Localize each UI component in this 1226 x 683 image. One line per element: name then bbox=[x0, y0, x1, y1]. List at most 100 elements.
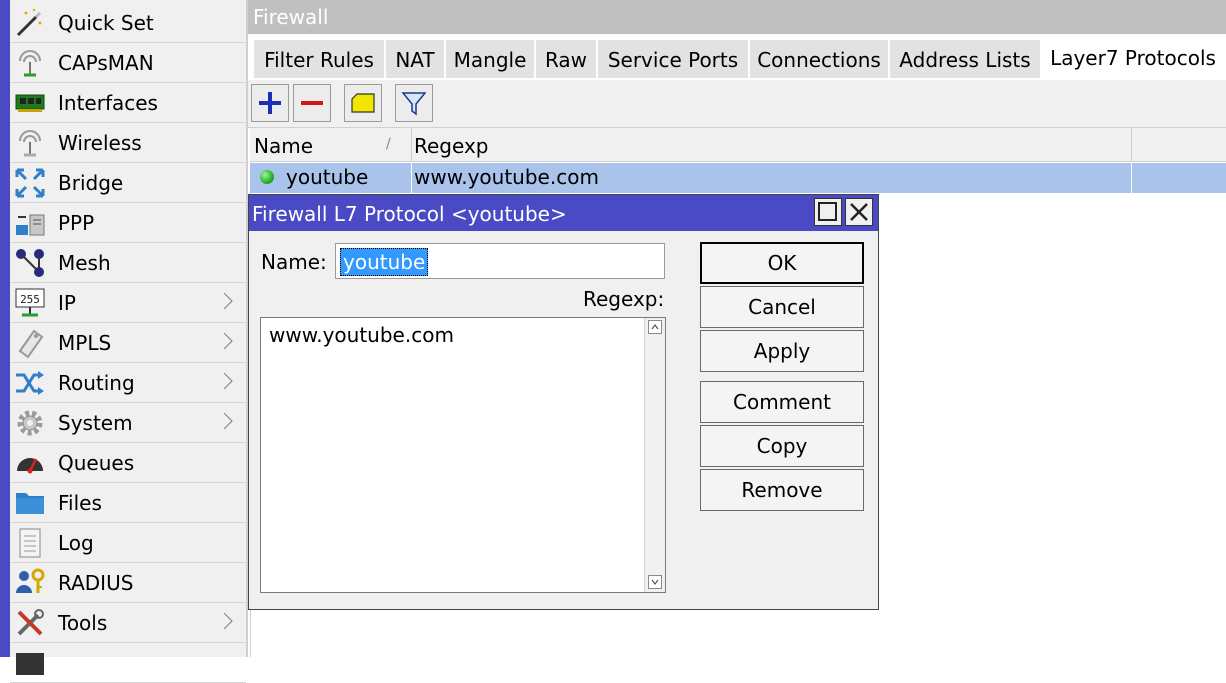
comment-icon bbox=[351, 93, 375, 113]
scroll-up-button[interactable] bbox=[648, 320, 662, 334]
add-icon bbox=[259, 92, 281, 114]
vertical-scrollbar[interactable] bbox=[644, 318, 665, 592]
dialog-title: Firewall L7 Protocol <youtube> bbox=[252, 202, 567, 226]
sidebar-accent-stripe bbox=[0, 0, 10, 657]
tab-mangle[interactable]: Mangle bbox=[446, 40, 536, 78]
column-header-label: Name bbox=[254, 134, 314, 158]
firewall-tabs: Filter Rules NAT Mangle Raw Service Port… bbox=[248, 34, 1226, 80]
sort-indicator-icon: / bbox=[386, 136, 391, 152]
sidebar-item-quick-set[interactable]: Quick Set bbox=[10, 3, 246, 43]
sidebar-item-label: IP bbox=[58, 291, 76, 315]
sidebar-item-system[interactable]: System bbox=[10, 403, 246, 443]
sidebar-item-label: PPP bbox=[58, 211, 95, 235]
sidebar-item-mesh[interactable]: Mesh bbox=[10, 243, 246, 283]
comment-button[interactable] bbox=[344, 84, 382, 122]
sidebar-item-files[interactable]: Files bbox=[10, 483, 246, 523]
tab-connections[interactable]: Connections bbox=[750, 40, 890, 78]
enabled-status-icon bbox=[260, 170, 274, 184]
ppp-icon bbox=[16, 214, 45, 236]
tab-filter-rules[interactable]: Filter Rules bbox=[254, 40, 386, 78]
firewall-titlebar[interactable]: Firewall bbox=[248, 0, 1226, 34]
scroll-down-button[interactable] bbox=[648, 575, 662, 589]
column-header-label: Regexp bbox=[414, 134, 489, 158]
gauge-icon bbox=[17, 458, 43, 474]
table-cell-regexp: www.youtube.com bbox=[412, 163, 1132, 193]
submenu-arrow-icon bbox=[223, 372, 233, 390]
close-button[interactable] bbox=[845, 198, 873, 226]
remove-button[interactable] bbox=[293, 84, 331, 122]
svg-text:255: 255 bbox=[20, 293, 40, 306]
antenna-icon bbox=[19, 50, 41, 77]
gear-icon bbox=[17, 410, 43, 436]
add-button[interactable] bbox=[251, 84, 289, 122]
radius-icon bbox=[16, 568, 45, 593]
comment-button[interactable]: Comment bbox=[700, 381, 864, 423]
sidebar-item-bridge[interactable]: Bridge bbox=[10, 163, 246, 203]
window-title: Firewall bbox=[253, 5, 329, 29]
sidebar-item-label: Mesh bbox=[58, 251, 111, 275]
sidebar-item-queues[interactable]: Queues bbox=[10, 443, 246, 483]
submenu-arrow-icon bbox=[223, 332, 233, 350]
sidebar-item-ip[interactable]: 255 IP bbox=[10, 283, 246, 323]
sidebar: Quick Set CAPsMAN Interfaces Wireless Br… bbox=[10, 0, 248, 683]
tab-raw[interactable]: Raw bbox=[536, 40, 598, 78]
tab-address-lists[interactable]: Address Lists bbox=[890, 40, 1042, 78]
chevron-up-icon bbox=[651, 324, 659, 330]
column-header-name[interactable]: Name / bbox=[250, 128, 412, 162]
sidebar-item-label: Routing bbox=[58, 371, 135, 395]
sidebar-item-capsman[interactable]: CAPsMAN bbox=[10, 43, 246, 83]
sidebar-item-label: Bridge bbox=[58, 171, 124, 195]
ok-button[interactable]: OK bbox=[700, 242, 864, 284]
sidebar-item-label: Queues bbox=[58, 451, 135, 475]
sidebar-item-label: Tools bbox=[58, 611, 108, 635]
sidebar-item-interfaces[interactable]: Interfaces bbox=[10, 83, 246, 123]
sidebar-item-ppp[interactable]: PPP bbox=[10, 203, 246, 243]
chevron-down-icon bbox=[651, 579, 659, 585]
column-header-regexp[interactable]: Regexp bbox=[412, 128, 1132, 162]
filter-icon bbox=[401, 92, 427, 116]
name-field[interactable]: youtube bbox=[335, 243, 665, 279]
regexp-textarea[interactable]: www.youtube.com bbox=[260, 317, 666, 593]
sidebar-item-radius[interactable]: RADIUS bbox=[10, 563, 246, 603]
dialog-titlebar[interactable]: Firewall L7 Protocol <youtube> bbox=[249, 195, 878, 231]
terminal-icon bbox=[16, 653, 44, 675]
sidebar-item-label: MPLS bbox=[58, 331, 112, 355]
maximize-button[interactable] bbox=[814, 198, 842, 226]
routing-icon bbox=[16, 371, 44, 395]
network-card-icon bbox=[15, 94, 45, 112]
close-icon bbox=[850, 203, 868, 221]
sidebar-item-tools[interactable]: Tools bbox=[10, 603, 246, 643]
sidebar-item-partial[interactable] bbox=[10, 643, 246, 683]
table-cell-name: youtube bbox=[250, 163, 412, 193]
tab-layer7-protocols[interactable]: Layer7 Protocols bbox=[1044, 38, 1224, 76]
sidebar-item-routing[interactable]: Routing bbox=[10, 363, 246, 403]
sidebar-item-label: Interfaces bbox=[58, 91, 158, 115]
apply-button[interactable]: Apply bbox=[700, 330, 864, 372]
folder-icon bbox=[16, 493, 44, 514]
sidebar-item-wireless[interactable]: Wireless bbox=[10, 123, 246, 163]
sidebar-item-label: System bbox=[58, 411, 133, 435]
maximize-icon bbox=[818, 202, 837, 221]
sidebar-item-label: RADIUS bbox=[58, 571, 134, 595]
ip-icon: 255 bbox=[15, 288, 45, 317]
magic-wand-icon bbox=[16, 8, 42, 37]
name-label: Name: bbox=[261, 250, 327, 274]
tab-nat[interactable]: NAT bbox=[386, 40, 446, 78]
sidebar-item-log[interactable]: Log bbox=[10, 523, 246, 563]
name-field-value: youtube bbox=[340, 248, 429, 276]
tab-service-ports[interactable]: Service Ports bbox=[598, 40, 750, 78]
l7-protocol-dialog: Firewall L7 Protocol <youtube> Name: you… bbox=[248, 194, 879, 610]
sidebar-item-mpls[interactable]: MPLS bbox=[10, 323, 246, 363]
submenu-arrow-icon bbox=[223, 292, 233, 310]
remove-button[interactable]: Remove bbox=[700, 469, 864, 511]
log-icon bbox=[19, 528, 41, 558]
sidebar-item-label: Files bbox=[58, 491, 102, 515]
mesh-icon bbox=[16, 249, 44, 277]
copy-button[interactable]: Copy bbox=[700, 425, 864, 467]
table-row[interactable]: youtube www.youtube.com bbox=[250, 163, 1226, 193]
regexp-label: Regexp: bbox=[583, 287, 665, 311]
sidebar-item-label: Quick Set bbox=[58, 11, 154, 35]
filter-button[interactable] bbox=[395, 84, 433, 122]
cancel-button[interactable]: Cancel bbox=[700, 286, 864, 328]
sidebar-item-label: Wireless bbox=[58, 131, 142, 155]
